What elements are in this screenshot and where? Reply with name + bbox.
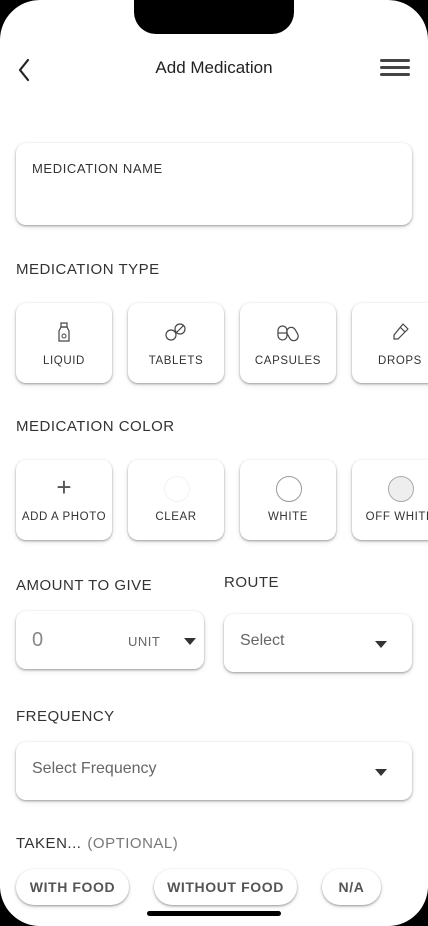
- frequency-label: FREQUENCY: [16, 708, 115, 725]
- type-option-label: CAPSULES: [254, 355, 322, 367]
- capsules-icon: [277, 325, 299, 342]
- without-food-button[interactable]: WITHOUT FOOD: [154, 869, 297, 905]
- unit-select[interactable]: UNIT: [128, 633, 198, 651]
- type-option-liquid[interactable]: LIQUID: [16, 303, 112, 383]
- caret-down-icon: [184, 638, 196, 645]
- hamburger-menu-icon: [380, 59, 410, 62]
- route-label: ROUTE: [224, 574, 279, 591]
- medication-color-label: MEDICATION COLOR: [16, 418, 175, 435]
- app-screen: Add Medication MEDICATION NAME MEDICATIO…: [0, 0, 428, 926]
- frequency-placeholder: Select Frequency: [32, 760, 157, 777]
- taken-optional: (OPTIONAL): [87, 835, 179, 852]
- home-indicator: [147, 911, 281, 916]
- color-swatch-clear: [164, 476, 190, 502]
- amount-field[interactable]: 0 UNIT: [16, 611, 204, 669]
- hamburger-menu-icon: [380, 73, 410, 76]
- medication-name-input[interactable]: [32, 187, 396, 213]
- route-select[interactable]: Select: [224, 614, 412, 672]
- tablets-icon: [165, 323, 186, 341]
- color-option-label: OFF WHITE: [365, 511, 428, 523]
- type-option-capsules[interactable]: CAPSULES: [240, 303, 336, 383]
- add-photo-label: ADD A PHOTO: [21, 511, 107, 523]
- taken-label: TAKEN... (OPTIONAL): [16, 835, 178, 852]
- bottle-icon: [58, 322, 70, 342]
- medication-name-card[interactable]: MEDICATION NAME: [16, 143, 412, 225]
- type-option-label: LIQUID: [43, 355, 85, 367]
- device-notch: [134, 0, 294, 34]
- medication-type-label: MEDICATION TYPE: [16, 261, 160, 278]
- top-bar: Add Medication: [0, 48, 428, 88]
- color-swatch-white: [276, 476, 302, 502]
- color-swatch-off-white: [388, 476, 414, 502]
- type-option-label: TABLETS: [148, 355, 204, 367]
- color-option-label: WHITE: [267, 511, 309, 523]
- page-title: Add Medication: [155, 58, 273, 77]
- frequency-select[interactable]: Select Frequency: [16, 742, 412, 800]
- hamburger-menu-icon: [380, 66, 410, 69]
- menu-button[interactable]: [378, 56, 414, 80]
- route-placeholder: Select: [240, 632, 285, 649]
- with-food-button[interactable]: WITH FOOD: [16, 869, 129, 905]
- color-option-label: CLEAR: [155, 511, 197, 523]
- na-button[interactable]: N/A: [322, 869, 381, 905]
- caret-down-icon: [375, 769, 387, 776]
- medication-name-label: MEDICATION NAME: [32, 161, 163, 176]
- plus-icon: +: [56, 472, 72, 502]
- color-option-off-white[interactable]: OFF WHITE: [352, 460, 428, 540]
- type-option-label: DROPS: [378, 355, 422, 367]
- amount-label: AMOUNT TO GIVE: [16, 577, 153, 594]
- type-option-tablets[interactable]: TABLETS: [128, 303, 224, 383]
- color-option-clear[interactable]: CLEAR: [128, 460, 224, 540]
- unit-label: UNIT: [128, 634, 161, 649]
- add-photo-button[interactable]: + ADD A PHOTO: [16, 460, 112, 540]
- amount-value: 0: [32, 629, 44, 651]
- caret-down-icon: [375, 641, 387, 648]
- type-option-drops[interactable]: DROPS: [352, 303, 428, 383]
- color-option-white[interactable]: WHITE: [240, 460, 336, 540]
- dropper-icon: [393, 323, 409, 340]
- taken-title: TAKEN...: [16, 835, 82, 852]
